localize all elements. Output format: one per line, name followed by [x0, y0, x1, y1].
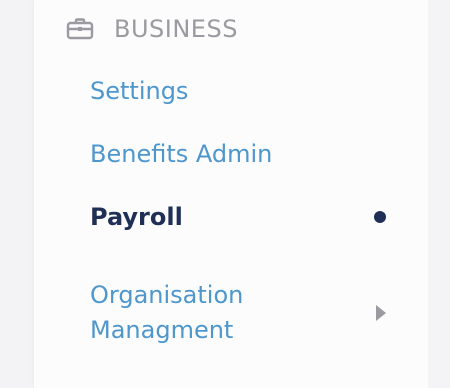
sidebar-item-label-line1: Organisation — [90, 281, 244, 309]
active-indicator-dot — [374, 211, 386, 223]
chevron-right-icon[interactable] — [376, 305, 386, 321]
section-title: BUSINESS — [114, 15, 238, 43]
briefcase-icon — [66, 18, 94, 40]
sidebar-item-label-line2: Managment — [90, 316, 234, 344]
sidebar-item-benefits-admin[interactable]: Benefits Admin — [90, 137, 272, 171]
sidebar-item-payroll[interactable]: Payroll — [90, 200, 183, 234]
business-section-header: BUSINESS — [66, 12, 238, 46]
left-background — [0, 0, 34, 388]
right-background — [428, 0, 450, 388]
sidebar-item-organisation-managment[interactable]: Organisation Managment — [90, 278, 340, 348]
sidebar-item-settings[interactable]: Settings — [90, 74, 188, 108]
